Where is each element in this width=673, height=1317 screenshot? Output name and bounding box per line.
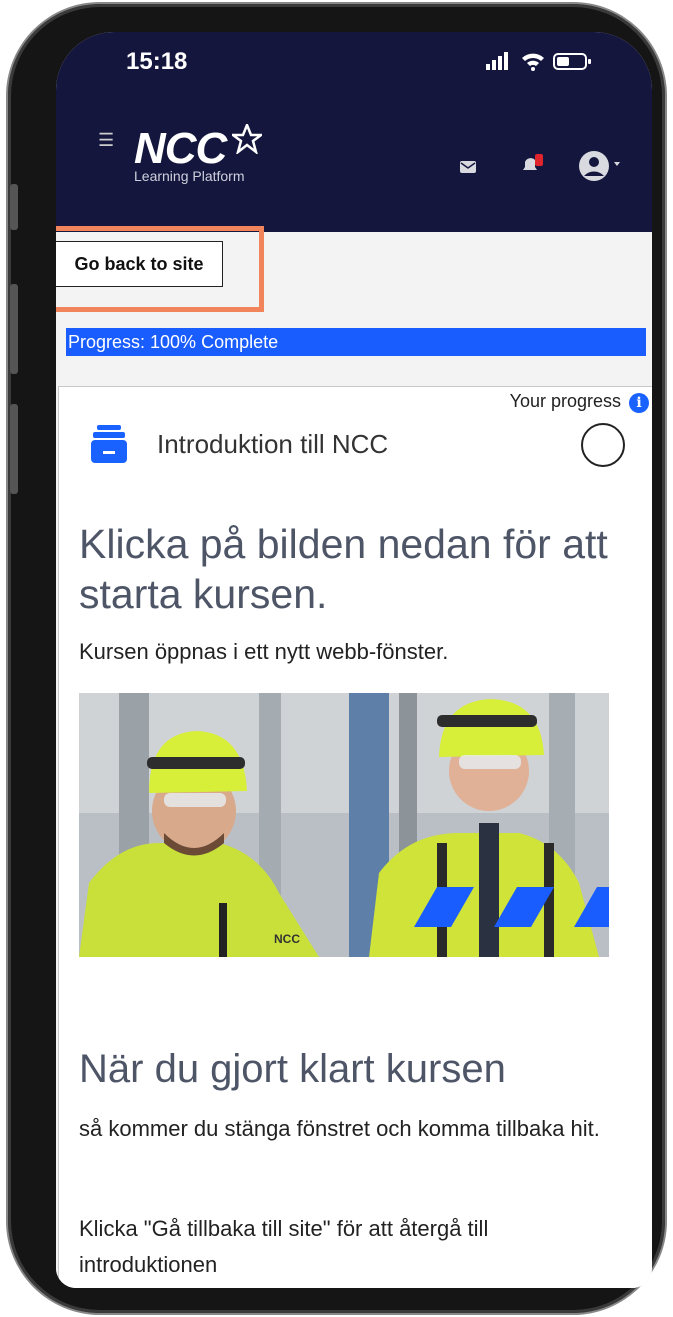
logo-subtitle: Learning Platform [134, 168, 245, 184]
screen: 15:18 ☰ NCC Learning Platform Go back to… [56, 32, 652, 1288]
activity-title[interactable]: Introduktion till NCC [157, 429, 388, 460]
menu-icon[interactable]: ☰ [98, 130, 114, 151]
your-progress-label: Your progress [509, 391, 621, 411]
go-back-button[interactable]: Go back to site [56, 241, 223, 287]
svg-text:NCC: NCC [274, 932, 300, 946]
phone-frame: 15:18 ☰ NCC Learning Platform Go back to… [8, 4, 665, 1313]
signal-icon [486, 52, 508, 70]
battery-icon [553, 53, 591, 70]
lead-text: Kursen öppnas i ett nytt webb-fönster. [79, 639, 449, 664]
volume-down-button [10, 404, 18, 494]
body-text-2: Klicka "Gå tillbaka till site" för att å… [79, 1216, 489, 1277]
app-header: ☰ NCC Learning Platform [56, 104, 652, 232]
page-content: Go back to site Progress: 100% Complete … [56, 226, 652, 1288]
progress-label: Progress: 100% Complete [68, 332, 279, 352]
mute-switch [10, 184, 18, 230]
course-image-link[interactable]: NCC [79, 693, 609, 957]
ncc-logo[interactable]: NCC Learning Platform [134, 121, 265, 184]
course-image: NCC [79, 693, 609, 957]
status-icons [486, 50, 596, 79]
highlight-box: Go back to site [56, 226, 264, 312]
info-icon[interactable]: i [629, 393, 649, 413]
user-avatar-icon[interactable] [576, 148, 626, 189]
activity-card: Your progress i Introduktion till NCC Kl… [58, 386, 652, 1288]
volume-up-button [10, 284, 18, 374]
wifi-icon [522, 53, 544, 71]
progress-bar: Progress: 100% Complete [66, 328, 646, 356]
package-icon [91, 425, 127, 463]
messages-icon[interactable] [460, 160, 476, 178]
star-logo-icon [228, 121, 265, 156]
section-heading: När du gjort klart kursen [79, 1047, 506, 1091]
body-text-1: så kommer du stänga fönstret och komma t… [79, 1116, 600, 1141]
status-bar: 15:18 [56, 32, 652, 104]
status-time: 15:18 [126, 48, 188, 75]
activity-row[interactable]: Introduktion till NCC [91, 425, 388, 463]
page-heading: Klicka på bilden nedan för att starta ku… [79, 521, 608, 617]
notifications-bell-icon[interactable] [520, 152, 546, 181]
completion-checkbox[interactable] [581, 423, 625, 467]
